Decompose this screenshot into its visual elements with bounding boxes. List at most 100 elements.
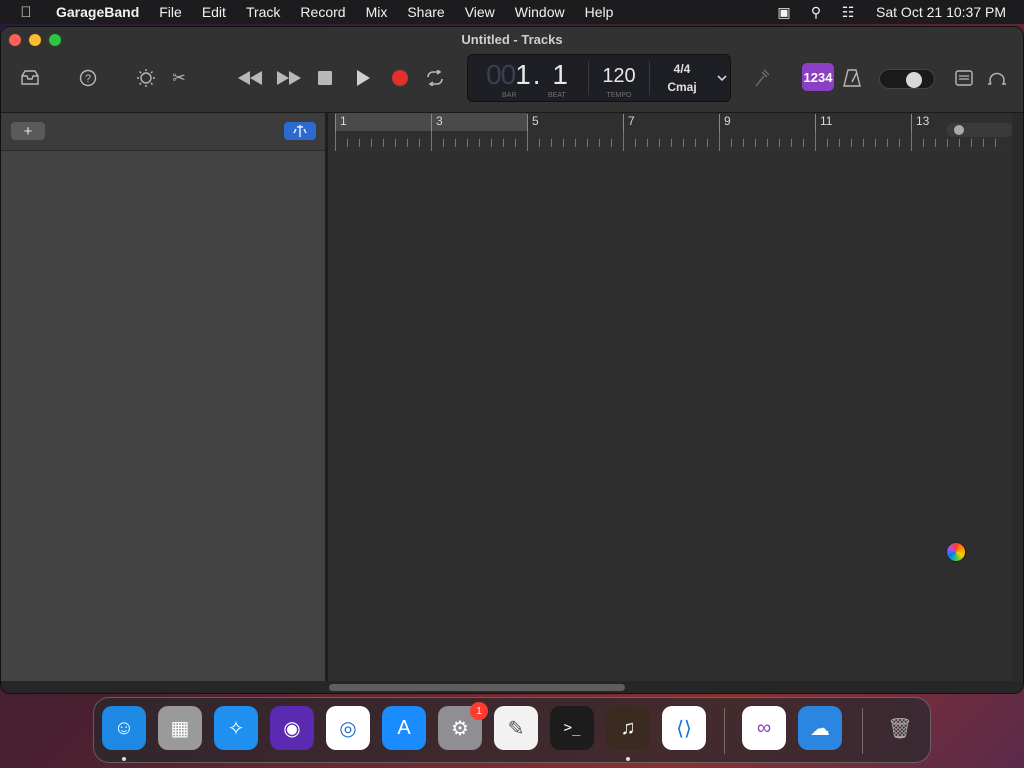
quick-help-icon[interactable]: ? (75, 65, 101, 91)
apple-menu-icon[interactable]:  (6, 4, 46, 21)
terminal-icon-glyph: >_ (563, 720, 581, 736)
master-volume-slider[interactable] (879, 69, 935, 89)
ruler-tick (443, 139, 444, 147)
fast-forward-icon[interactable] (276, 65, 302, 91)
track-zoom-slider[interactable] (946, 123, 1014, 137)
ruler-tick (659, 139, 660, 147)
firefox-icon[interactable]: ◉ (270, 706, 314, 750)
tempo-display[interactable]: 120 TEMPO (589, 55, 649, 101)
catch-playhead-button[interactable] (284, 122, 316, 140)
ruler-tick (575, 139, 576, 147)
ruler-tick (707, 139, 708, 147)
ruler-tick (863, 139, 864, 147)
menu-track[interactable]: Track (236, 4, 290, 20)
notepad-icon[interactable] (951, 65, 977, 91)
ruler-tick (431, 131, 432, 151)
dock: ☺ ▦ ✧ ◉ ◎ A ⚙ 1 ✎ >_ ♫ ⟨⟩ ∞ ☁ 🗑 (93, 697, 931, 763)
tuner-icon[interactable] (749, 65, 775, 91)
menu-edit[interactable]: Edit (192, 4, 236, 20)
ruler-tick (983, 139, 984, 147)
ruler-tick (827, 139, 828, 147)
time-signature: 4/4 (673, 62, 691, 76)
vscode-icon[interactable]: ⟨⟩ (662, 706, 706, 750)
menu-window[interactable]: Window (505, 4, 575, 20)
svg-text:?: ? (85, 73, 91, 85)
menu-help[interactable]: Help (575, 4, 624, 20)
ruler-bar-label: 5 (527, 114, 539, 150)
ruler-tick (947, 139, 948, 147)
ruler-tick (851, 139, 852, 147)
horizontal-scrollbar[interactable] (1, 681, 1023, 693)
ruler-tick (455, 139, 456, 147)
weather-icon[interactable]: ☁ (798, 706, 842, 750)
library-icon[interactable] (17, 65, 43, 91)
ruler-bar-label: 1 (335, 114, 347, 150)
ruler-tick (971, 139, 972, 147)
spotlight-search-icon[interactable]: ⚲ (800, 4, 832, 21)
vscode-icon-glyph: ⟨⟩ (676, 717, 692, 740)
cycle-icon[interactable] (422, 65, 448, 91)
add-track-button[interactable]: + (11, 122, 45, 140)
ruler-tick (803, 139, 804, 147)
ruler-bar-label: 11 (815, 114, 832, 150)
zoom-knob[interactable] (954, 125, 964, 135)
menu-record[interactable]: Record (290, 4, 355, 20)
play-icon[interactable] (350, 65, 376, 91)
trash-icon[interactable]: 🗑 (878, 706, 922, 750)
count-in-button[interactable]: 1234 (802, 63, 834, 91)
ruler-tick (611, 139, 612, 147)
garageband-icon[interactable]: ♫ (606, 706, 650, 750)
lcd-display[interactable]: 00 1. 1 BAR BEAT 120 TEMPO 4/4 Cmaj (467, 54, 731, 102)
key-signature: Cmaj (667, 80, 697, 94)
window-toolbar: Untitled - Tracks ? ✂ 00 1. 1 BAR BEAT 1… (1, 27, 1023, 113)
textedit-icon[interactable]: ✎ (494, 706, 538, 750)
ruler-tick (623, 131, 624, 151)
timeline-ruler[interactable]: 1 3 5 7 9 11 13 (335, 113, 1011, 151)
rewind-icon[interactable] (237, 65, 263, 91)
track-header-bar: + (1, 113, 325, 151)
terminal-icon[interactable]: >_ (550, 706, 594, 750)
metronome-icon[interactable] (839, 65, 865, 91)
control-center-icon[interactable]: ☷ (832, 4, 864, 21)
menu-mix[interactable]: Mix (356, 4, 398, 20)
position-value: 1. 1 (515, 59, 570, 90)
app-store-icon[interactable]: A (382, 706, 426, 750)
screen-mirroring-icon[interactable]: ▣ (768, 4, 800, 21)
stop-icon[interactable] (312, 65, 338, 91)
loop-browser-icon[interactable] (984, 65, 1010, 91)
finder-icon[interactable]: ☺ (102, 706, 146, 750)
visual-studio-icon[interactable]: ∞ (742, 706, 786, 750)
editors-scissors-icon[interactable]: ✂ (166, 65, 192, 91)
ruler-tick (551, 139, 552, 147)
vertical-scrollbar[interactable] (1012, 113, 1023, 681)
track-list[interactable] (1, 151, 325, 681)
volume-knob[interactable] (906, 72, 922, 88)
menu-share[interactable]: Share (397, 4, 454, 20)
firefox-icon-glyph: ◉ (283, 717, 301, 740)
ruler-tick (407, 139, 408, 147)
menu-app-name[interactable]: GarageBand (46, 4, 149, 20)
smart-controls-icon[interactable] (133, 65, 159, 91)
settings-icon[interactable]: ⚙ 1 (438, 702, 488, 750)
menubar-clock[interactable]: Sat Oct 21 10:37 PM (864, 4, 1024, 20)
ruler-bar-label: 3 (431, 114, 443, 150)
safari-icon-glyph: ✧ (227, 717, 245, 740)
notification-badge: 1 (470, 702, 488, 720)
horizontal-scroll-thumb[interactable] (329, 684, 625, 691)
safari-icon[interactable]: ✧ (214, 706, 258, 750)
tracks-workspace[interactable] (328, 151, 1012, 681)
lcd-mode-chevron-down-icon[interactable] (714, 55, 730, 101)
menu-view[interactable]: View (455, 4, 505, 20)
dock-separator (724, 708, 725, 754)
position-leading-zeros: 00 (486, 59, 516, 90)
dock-separator (862, 708, 863, 754)
playhead-position[interactable]: 00 1. 1 BAR BEAT (468, 55, 588, 101)
ruler-tick (671, 139, 672, 147)
menu-file[interactable]: File (149, 4, 192, 20)
launchpad-icon[interactable]: ▦ (158, 706, 202, 750)
chrome-icon[interactable]: ◎ (326, 706, 370, 750)
record-icon[interactable] (387, 65, 413, 91)
ruler-tick (467, 139, 468, 147)
signature-key-display[interactable]: 4/4 Cmaj (650, 55, 714, 101)
ruler-tick (479, 139, 480, 147)
